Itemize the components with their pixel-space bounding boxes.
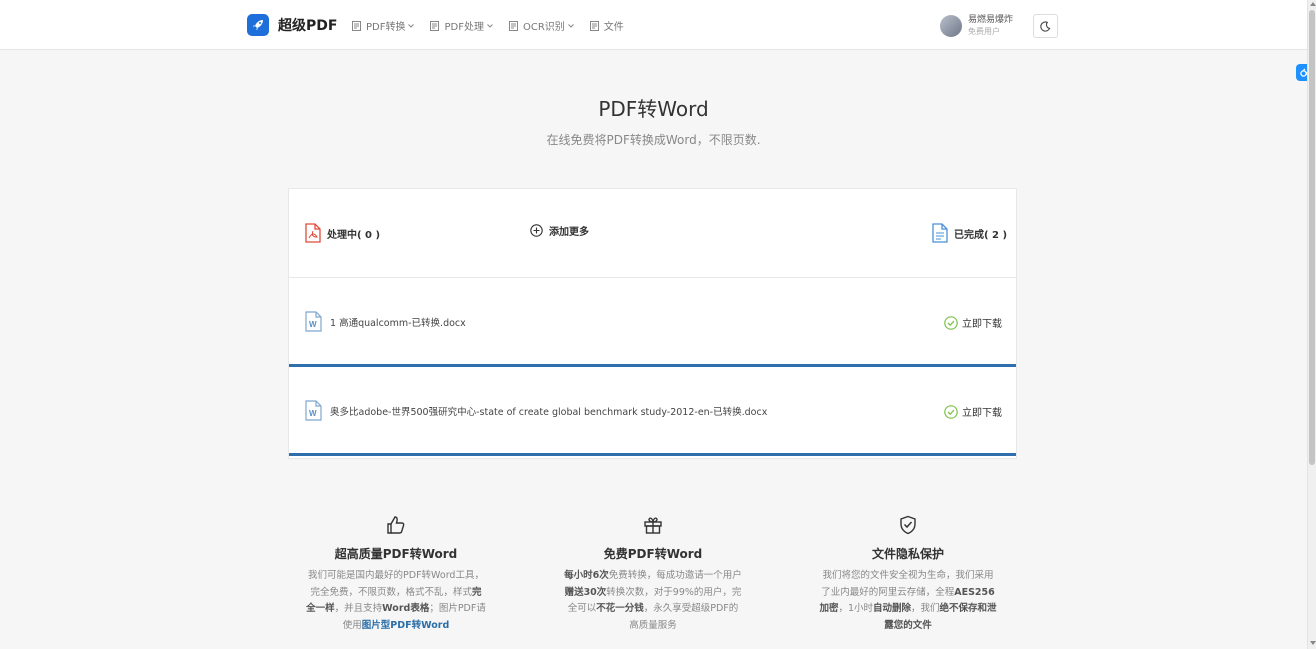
image-pdf-link[interactable]: 图片型PDF转Word: [362, 620, 450, 631]
page-subtitle: 在线免费将PDF转换成Word，不限页数.: [546, 133, 761, 147]
pdf-file-icon: [305, 223, 321, 243]
file-row: W 1 高通qualcomm-已转换.docx 立即下载: [289, 278, 1016, 367]
top-navbar: 超级PDF PDF转换 PDF处理 OCR识别 文件 易燃易爆炸 免费用户: [0, 0, 1307, 50]
scroll-thumb[interactable]: [1309, 10, 1315, 465]
brand[interactable]: 超级PDF: [247, 14, 337, 36]
nav-files[interactable]: 文件: [589, 18, 624, 33]
doc-file-icon: [932, 223, 948, 243]
document-icon: [508, 20, 518, 31]
completed-status[interactable]: 已完成( 2 ): [932, 223, 1007, 243]
feature-title: 免费PDF转Word: [603, 547, 703, 561]
file-name: 1 高通qualcomm-已转换.docx: [330, 317, 466, 329]
chevron-down-icon: [487, 23, 493, 28]
feature-title: 文件隐私保护: [871, 547, 944, 561]
nav-pdf-process[interactable]: PDF处理: [430, 18, 493, 33]
user-name: 易燃易爆炸: [968, 15, 1014, 25]
document-icon: [352, 20, 361, 31]
nav-label: 文件: [603, 22, 624, 33]
download-button[interactable]: 立即下载: [944, 404, 1002, 419]
scroll-up-icon[interactable]: [1310, 2, 1316, 6]
gift-icon: [563, 515, 743, 537]
nav-label: OCR识别: [522, 22, 565, 33]
word-file-icon: W: [305, 311, 322, 332]
moon-icon: [1040, 20, 1051, 32]
feature-text: 我们将您的文件安全视为生命，我们采用了业内最好的阿里云存储，全程AES256加密…: [819, 570, 997, 631]
shield-check-icon: [818, 515, 998, 537]
user-role: 免费用户: [968, 27, 1000, 36]
file-name: 奥多比adobe-世界500强研究中心-state of create glob…: [330, 406, 768, 418]
nav-ocr[interactable]: OCR识别: [508, 18, 574, 33]
rocket-icon: [247, 14, 269, 36]
nav-label: PDF转换: [366, 22, 406, 33]
thumbs-up-icon: [306, 515, 486, 537]
add-more-label: 添加更多: [549, 227, 589, 238]
user-menu[interactable]: 易燃易爆炸 免费用户: [940, 14, 1013, 38]
check-circle-icon: [944, 315, 958, 330]
avatar: [940, 15, 962, 37]
check-circle-icon: [944, 404, 958, 419]
nav-pdf-convert[interactable]: PDF转换: [352, 18, 415, 33]
page-title: PDF转Word: [598, 97, 709, 121]
svg-text:W: W: [309, 320, 317, 329]
nav-label: PDF处理: [444, 22, 484, 33]
chevron-down-icon: [567, 23, 574, 28]
main-nav: PDF转换 PDF处理 OCR识别 文件: [352, 18, 624, 33]
processing-label: 处理中( 0 ): [327, 229, 381, 241]
svg-text:W: W: [309, 409, 317, 418]
feature-privacy: 文件隐私保护 我们将您的文件安全视为生命，我们采用了业内最好的阿里云存储，全程A…: [818, 515, 998, 634]
completed-label: 已完成( 2 ): [954, 229, 1008, 241]
document-icon: [589, 20, 599, 31]
document-icon: [430, 20, 440, 31]
add-more-button[interactable]: 添加更多: [530, 223, 589, 238]
status-row: 处理中( 0 ) 添加更多 已完成( 2 ): [289, 189, 1016, 278]
scrollbar[interactable]: [1307, 0, 1316, 649]
download-label: 立即下载: [962, 408, 1002, 419]
feature-title: 超高质量PDF转Word: [334, 547, 458, 561]
plus-circle-icon: [530, 224, 543, 237]
feature-quality: 超高质量PDF转Word 我们可能是国内最好的PDF转Word工具，完全免费，不…: [306, 515, 486, 634]
theme-toggle-button[interactable]: [1033, 14, 1058, 38]
scroll-down-icon[interactable]: [1310, 641, 1316, 645]
feature-free: 免费PDF转Word 每小时6次免费转换，每成功邀请一个用户赠送30次转换次数，…: [563, 515, 743, 634]
chevron-down-icon: [408, 23, 415, 28]
feature-text: 我们可能是国内最好的PDF转Word工具，完全免费，不限页数，格式不乱，样式完全…: [306, 570, 486, 631]
file-item: W 奥多比adobe-世界500强研究中心-state of create gl…: [305, 400, 767, 421]
feature-text: 每小时6次免费转换，每成功邀请一个用户赠送30次转换次数，对于99%的用户，完全…: [564, 570, 742, 631]
brand-name: 超级PDF: [278, 18, 338, 34]
file-row: W 奥多比adobe-世界500强研究中心-state of create gl…: [289, 367, 1016, 456]
download-button[interactable]: 立即下载: [944, 315, 1002, 330]
conversion-panel: 处理中( 0 ) 添加更多 已完成( 2 ) W 1 高通qualcomm-已转…: [288, 188, 1017, 459]
download-label: 立即下载: [962, 319, 1002, 330]
word-file-icon: W: [305, 400, 322, 421]
processing-status[interactable]: 处理中( 0 ): [305, 223, 380, 243]
file-item: W 1 高通qualcomm-已转换.docx: [305, 311, 466, 332]
